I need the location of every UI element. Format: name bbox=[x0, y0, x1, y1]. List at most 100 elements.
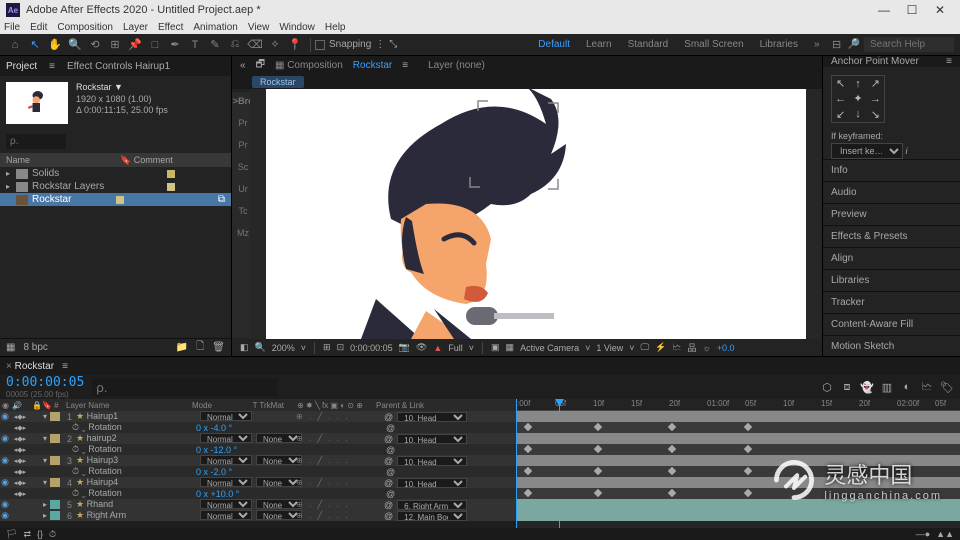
timeline-tracks[interactable]: :00f05f10f15f20f01:00f05f10f15f20f02:00f… bbox=[516, 399, 960, 528]
pickwhip-icon[interactable]: @ bbox=[384, 412, 393, 422]
layer-tab[interactable]: Layer (none) bbox=[428, 60, 485, 71]
anchor-b[interactable]: ↓ bbox=[849, 107, 866, 122]
kf-select[interactable]: Insert ke… bbox=[831, 143, 903, 159]
parent-select[interactable]: 10. Head bbox=[397, 478, 467, 488]
fast-preview-icon[interactable]: ⚡ bbox=[655, 342, 666, 353]
comp-mini-flow-icon[interactable]: ⬡ bbox=[820, 380, 834, 394]
kf-nav[interactable]: ◂◆▸ bbox=[10, 435, 30, 443]
keyframe-diamond[interactable] bbox=[744, 489, 752, 497]
keyframe-diamond[interactable] bbox=[594, 423, 602, 431]
layer-track-bar[interactable] bbox=[517, 510, 960, 521]
col-comment[interactable]: 🔖 Comment bbox=[120, 155, 173, 166]
panel-audio[interactable]: Audio bbox=[823, 181, 960, 203]
keyframe-diamond[interactable] bbox=[668, 467, 676, 475]
eraser-tool[interactable]: ⌫ bbox=[246, 36, 264, 54]
chevron-down-icon[interactable]: ˅ bbox=[301, 343, 306, 353]
pan-behind-tool[interactable]: 📌 bbox=[126, 36, 144, 54]
keyframe-diamond[interactable] bbox=[744, 445, 752, 453]
alpha-icon[interactable]: ◧ bbox=[240, 342, 249, 353]
pixel-ar-icon[interactable]: 🖵 bbox=[640, 342, 649, 353]
strip-item[interactable]: Ur bbox=[238, 184, 248, 194]
col-layer-name[interactable]: Layer Name bbox=[64, 401, 190, 410]
col-audio-icon[interactable]: 🔊 bbox=[10, 401, 30, 410]
panel-libraries[interactable]: Libraries bbox=[823, 269, 960, 291]
kf-nav[interactable]: ◂◆▸ bbox=[10, 490, 30, 498]
panel-preview[interactable]: Preview bbox=[823, 203, 960, 225]
panel-effects[interactable]: Effects & Presets bbox=[823, 225, 960, 247]
menu-effect[interactable]: Effect bbox=[158, 22, 183, 33]
pen-tool[interactable]: ✒ bbox=[166, 36, 184, 54]
timeline-search-input[interactable] bbox=[92, 378, 277, 397]
keyframe-diamond[interactable] bbox=[668, 423, 676, 431]
time-ruler[interactable]: :00f05f10f15f20f01:00f05f10f15f20f02:00f… bbox=[517, 399, 960, 411]
comp-tab-name[interactable]: Rockstar bbox=[353, 60, 392, 71]
expression-icon[interactable]: @ bbox=[276, 445, 386, 455]
anchor-l[interactable]: ← bbox=[832, 91, 849, 106]
render-time-icon[interactable]: ⏱ bbox=[49, 529, 56, 540]
visibility-toggle[interactable]: ◉ bbox=[0, 411, 10, 422]
expand-toggle[interactable]: ▾ bbox=[40, 456, 50, 465]
parent-select[interactable]: 12. Main Bod bbox=[397, 511, 467, 521]
kf-nav[interactable]: ◂◆▸ bbox=[10, 468, 30, 476]
menu-file[interactable]: File bbox=[4, 22, 20, 33]
interpret-icon[interactable]: ▦ bbox=[6, 342, 15, 353]
toggle-modes-icon[interactable]: ⇄ bbox=[23, 529, 31, 540]
panel-menu-icon[interactable]: ≡ bbox=[946, 56, 952, 67]
anchor-br[interactable]: ↘ bbox=[867, 107, 884, 122]
timeline-tab-rockstar[interactable]: Rockstar bbox=[6, 361, 54, 372]
visibility-toggle[interactable]: ◉ bbox=[0, 455, 10, 466]
layer-row[interactable]: ◉◂◆▸▾2★ hairup2NormalNone⊕ . ╱ . . .@10.… bbox=[0, 433, 516, 444]
minimize-button[interactable]: — bbox=[870, 3, 898, 17]
workspace-more[interactable]: » bbox=[814, 39, 820, 50]
panel-info[interactable]: Info bbox=[823, 159, 960, 181]
layer-switches[interactable]: ⊕ . ╱ . . . bbox=[296, 500, 384, 509]
panel-content-aware[interactable]: Content-Aware Fill bbox=[823, 313, 960, 335]
visibility-toggle[interactable]: ◉ bbox=[0, 477, 10, 488]
keyframe-diamond[interactable] bbox=[744, 467, 752, 475]
zoom-slider[interactable]: ▲▲ bbox=[936, 529, 954, 539]
zoom-level[interactable]: 200% bbox=[272, 343, 295, 353]
layer-color-label[interactable] bbox=[50, 511, 60, 520]
col-video-icon[interactable]: ◉ bbox=[0, 401, 10, 410]
layer-name[interactable]: ★ Hairup1 bbox=[74, 411, 200, 422]
panel-tracker[interactable]: Tracker bbox=[823, 291, 960, 313]
menu-help[interactable]: Help bbox=[325, 22, 346, 33]
property-row[interactable]: ◂◆▸⏱ ⌄ Rotation0 x +10.0 °@ bbox=[0, 488, 516, 499]
strip-item[interactable]: Pr bbox=[239, 118, 248, 128]
motion-blur-icon[interactable]: ◐ bbox=[900, 380, 914, 394]
hand-tool[interactable]: ✋ bbox=[46, 36, 64, 54]
layer-switches[interactable]: ⊕ . ╱ . . . bbox=[296, 511, 384, 520]
panel-motion-sketch[interactable]: Motion Sketch bbox=[823, 335, 960, 357]
visibility-toggle[interactable]: ◉ bbox=[0, 510, 10, 521]
col-lock-icon[interactable]: 🔒 bbox=[30, 401, 40, 410]
tag-icon[interactable]: 🏷 bbox=[940, 380, 954, 394]
visibility-toggle[interactable]: ◉ bbox=[0, 433, 10, 444]
workspace-standard[interactable]: Standard bbox=[628, 39, 669, 50]
strip-item[interactable]: Pr bbox=[239, 140, 248, 150]
viewer-timecode[interactable]: 0:00:00:05 bbox=[350, 343, 393, 353]
col-mode[interactable]: Mode bbox=[190, 401, 246, 410]
tab-menu-icon[interactable]: ≡ bbox=[49, 61, 55, 72]
view-layout[interactable]: 1 View bbox=[596, 343, 623, 353]
keyframe-diamond[interactable] bbox=[668, 445, 676, 453]
trash-icon[interactable]: 🗑 bbox=[212, 342, 225, 353]
chevron-right-icon[interactable]: ▸ bbox=[6, 169, 16, 178]
strip-item[interactable]: Sc bbox=[238, 162, 249, 172]
layer-name[interactable]: ★ Rhand bbox=[74, 499, 200, 510]
chevron-down-icon[interactable]: ˅ bbox=[469, 343, 474, 353]
flowchart-icon[interactable]: 品 bbox=[687, 341, 696, 354]
property-row[interactable]: ◂◆▸⏱ ⌄ Rotation0 x -4.0 °@ bbox=[0, 422, 516, 433]
chevron-down-icon[interactable]: ˅ bbox=[585, 343, 590, 353]
selection-tool[interactable]: ↖ bbox=[26, 36, 44, 54]
layer-track-bar[interactable] bbox=[517, 433, 960, 444]
menu-edit[interactable]: Edit bbox=[30, 22, 47, 33]
layer-color-label[interactable] bbox=[50, 500, 60, 509]
asset-name[interactable]: Rockstar ▼ bbox=[76, 82, 168, 94]
anchor-tr[interactable]: ↗ bbox=[867, 76, 884, 91]
puppet-tool[interactable]: 📍 bbox=[286, 36, 304, 54]
graph-editor-icon[interactable]: 🗠 bbox=[920, 380, 934, 394]
project-search-input[interactable] bbox=[6, 134, 66, 149]
info-icon[interactable]: i bbox=[906, 146, 908, 156]
anchor-t[interactable]: ↑ bbox=[849, 76, 866, 91]
property-value[interactable]: 0 x -2.0 ° bbox=[196, 467, 276, 477]
